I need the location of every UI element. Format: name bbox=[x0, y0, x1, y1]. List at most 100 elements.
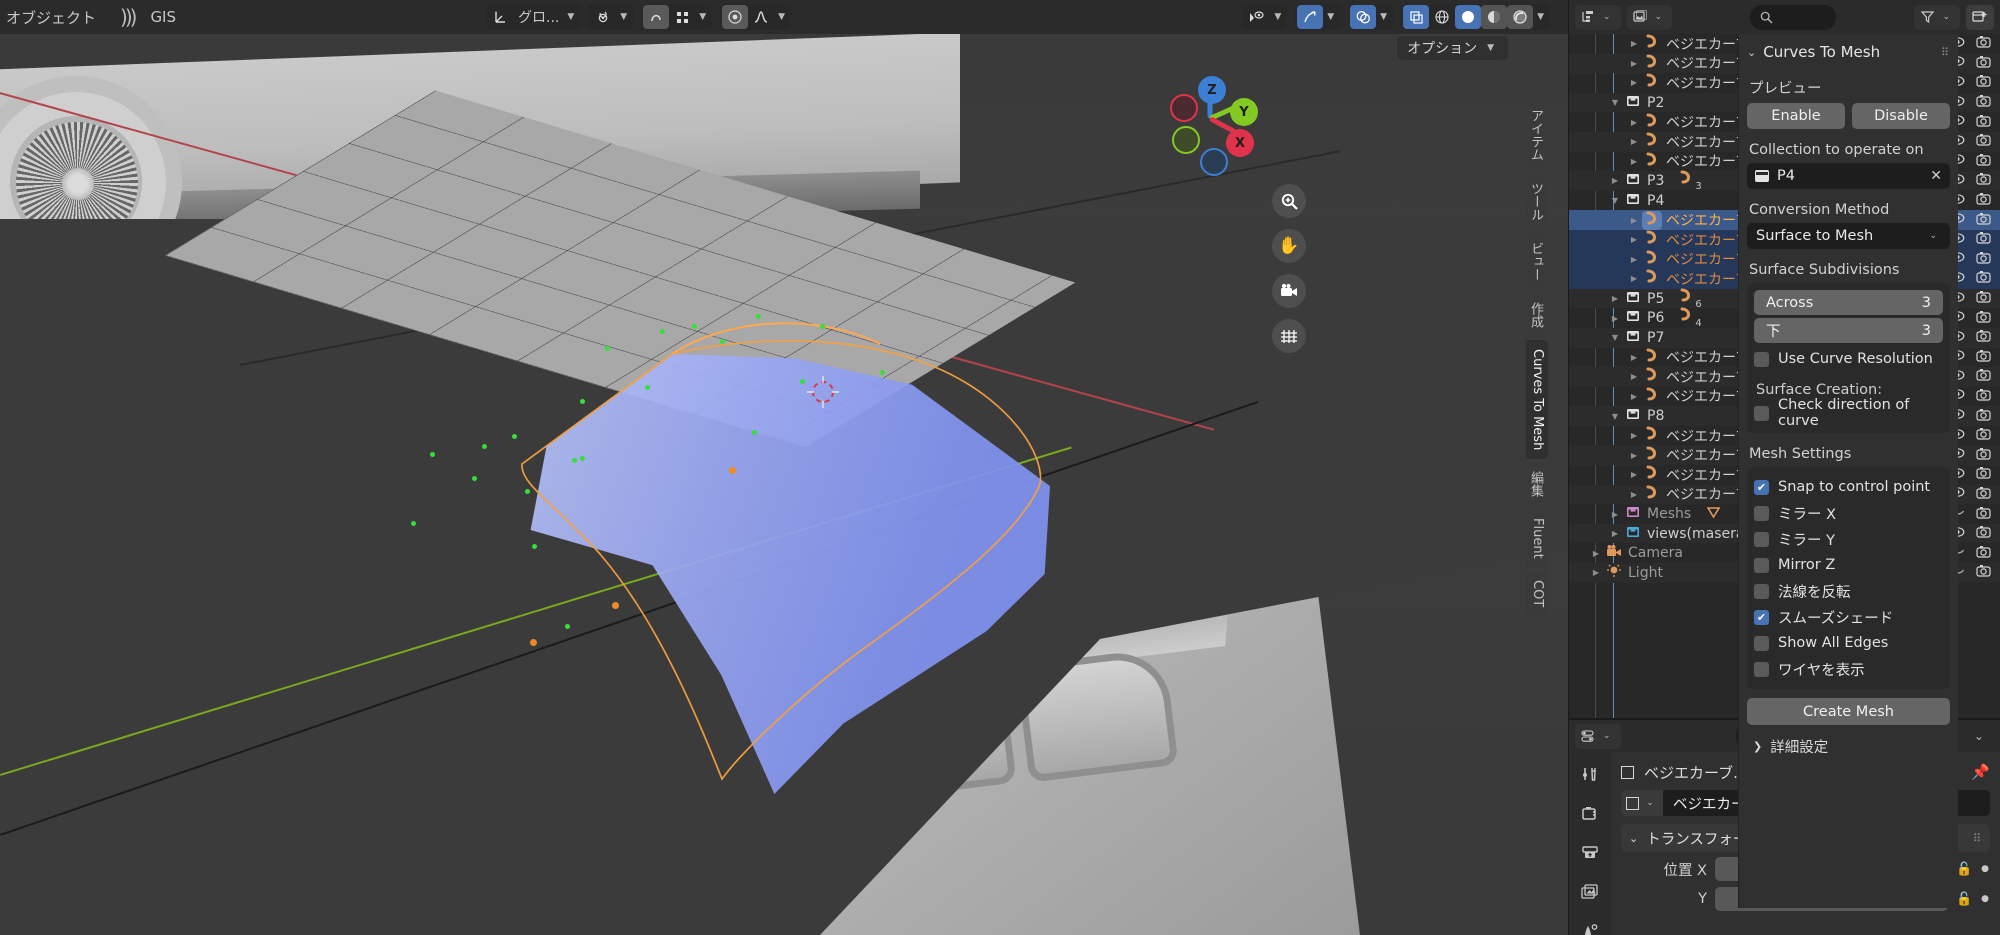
mesh-option-show-all-edges[interactable]: Show All Edges bbox=[1754, 630, 1943, 656]
chevron-right-icon[interactable]: ▶ bbox=[1626, 451, 1642, 460]
camera-icon[interactable] bbox=[1976, 388, 1991, 405]
check-direction-checkbox[interactable]: Check direction of curve bbox=[1754, 397, 1943, 429]
subdiv-down-field[interactable]: 下 3 bbox=[1754, 318, 1943, 343]
chevron-right-icon[interactable]: ▶ bbox=[1626, 59, 1642, 68]
chevron-right-icon[interactable]: ▶ bbox=[1626, 353, 1642, 362]
advanced-settings-section[interactable]: ❯ 詳細設定 bbox=[1747, 733, 1950, 759]
clear-collection-icon[interactable]: ✕ bbox=[1930, 168, 1942, 184]
camera-icon[interactable] bbox=[1976, 349, 1991, 366]
use-curve-resolution-checkbox[interactable]: Use Curve Resolution bbox=[1754, 346, 1943, 372]
chevron-right-icon[interactable]: ▶ bbox=[1607, 294, 1623, 303]
chevron-right-icon[interactable]: ▶ bbox=[1626, 118, 1642, 127]
mesh-option-show-wire[interactable]: ワイヤを表示 bbox=[1754, 656, 1943, 682]
lock-icon[interactable]: 🔓 bbox=[1956, 862, 1972, 877]
tab-item[interactable]: アイテム bbox=[1526, 100, 1548, 170]
camera-icon[interactable] bbox=[1976, 506, 1991, 523]
outliner-search-input[interactable] bbox=[1750, 4, 1837, 30]
camera-icon[interactable] bbox=[1976, 447, 1991, 464]
menu-object[interactable]: オブジェクト bbox=[6, 7, 96, 28]
camera-icon[interactable] bbox=[1976, 329, 1991, 346]
camera-icon[interactable] bbox=[1976, 427, 1991, 444]
transform-orientation-label[interactable]: グロ... bbox=[514, 7, 563, 27]
tab-cot[interactable]: COT bbox=[1526, 570, 1548, 617]
gizmo-axis-z[interactable]: Z bbox=[1198, 76, 1226, 104]
chevron-right-icon[interactable]: ▶ bbox=[1626, 431, 1642, 440]
tab-curves-to-mesh[interactable]: Curves To Mesh bbox=[1526, 340, 1548, 460]
filter-scene-icon[interactable]: ⌄ bbox=[1626, 4, 1673, 30]
camera-icon[interactable] bbox=[1976, 55, 1991, 72]
chevron-right-icon[interactable]: ▶ bbox=[1626, 216, 1642, 225]
camera-icon[interactable] bbox=[1976, 486, 1991, 503]
camera-icon[interactable] bbox=[1976, 212, 1991, 229]
chevron-right-icon[interactable]: ▶ bbox=[1626, 274, 1642, 283]
overlays-icon[interactable] bbox=[1350, 5, 1377, 29]
chevron-right-icon[interactable]: ▶ bbox=[1626, 490, 1642, 499]
object-visibility-icon[interactable] bbox=[1243, 5, 1270, 29]
camera-icon[interactable] bbox=[1976, 368, 1991, 385]
panel-header[interactable]: ⌄ Curves To Mesh ⠿ bbox=[1747, 40, 1950, 64]
axis-gizmo-icon[interactable] bbox=[488, 5, 514, 29]
mesh-option-mirror-z[interactable]: Mirror Z bbox=[1754, 552, 1943, 578]
chevron-right-icon[interactable]: ▶ bbox=[1626, 235, 1642, 244]
chevron-down-icon[interactable]: ▼ bbox=[1607, 333, 1623, 342]
3d-viewport[interactable]: オプション ▼ Z Y X ✋ アイテム ツール ビュー 作成 Curves T… bbox=[0, 34, 1568, 935]
pin-icon[interactable]: 📌 bbox=[1971, 763, 1990, 781]
menu-gis[interactable]: GIS bbox=[150, 8, 176, 26]
disable-button[interactable]: Disable bbox=[1852, 103, 1950, 129]
view-layer-icon[interactable] bbox=[1581, 883, 1599, 905]
gizmo-axis-y[interactable]: Y bbox=[1230, 98, 1258, 126]
subdiv-across-field[interactable]: Across 3 bbox=[1754, 290, 1943, 315]
chevron-right-icon[interactable]: ▶ bbox=[1626, 157, 1642, 166]
snap-mode-icon[interactable] bbox=[669, 5, 695, 29]
chevron-down-icon[interactable]: ⌄ bbox=[1970, 729, 1994, 743]
drag-handle-icon[interactable]: ⠿ bbox=[1941, 46, 1950, 59]
chevron-down-icon[interactable]: ▼ bbox=[695, 12, 710, 22]
collection-field[interactable]: P4 ✕ bbox=[1747, 163, 1950, 189]
navigation-gizmo[interactable]: Z Y X bbox=[1158, 64, 1268, 176]
camera-icon[interactable] bbox=[1976, 74, 1991, 91]
mesh-option-snap-to-control-point[interactable]: ✔ Snap to control point bbox=[1754, 474, 1943, 500]
shading-solid-icon[interactable] bbox=[1455, 5, 1482, 29]
camera-icon[interactable] bbox=[1976, 94, 1991, 111]
gizmo-axis-x[interactable]: X bbox=[1226, 129, 1254, 157]
chevron-right-icon[interactable]: ▶ bbox=[1607, 529, 1623, 538]
gizmo-axis-neg-z[interactable] bbox=[1200, 148, 1228, 176]
chevron-down-icon[interactable]: ▼ bbox=[1607, 98, 1623, 107]
tool-icon[interactable] bbox=[1581, 765, 1599, 788]
falloff-curve-icon[interactable] bbox=[748, 5, 774, 29]
display-mode-icon[interactable]: ⌄ bbox=[1575, 4, 1621, 30]
mesh-option-smooth-shade[interactable]: ✔ スムーズシェード bbox=[1754, 604, 1943, 630]
shading-solid-wire-icon[interactable] bbox=[1429, 5, 1455, 29]
zoom-icon[interactable] bbox=[1272, 184, 1306, 218]
mesh-option-flip-normals[interactable]: 法線を反転 bbox=[1754, 578, 1943, 604]
create-mesh-button[interactable]: Create Mesh bbox=[1747, 698, 1950, 725]
chevron-right-icon[interactable]: ▶ bbox=[1626, 372, 1642, 381]
chevron-right-icon[interactable]: ▶ bbox=[1626, 78, 1642, 87]
camera-view-icon[interactable] bbox=[1272, 274, 1306, 308]
enable-button[interactable]: Enable bbox=[1747, 103, 1845, 129]
mesh-option-mirror-y[interactable]: ミラー Y bbox=[1754, 526, 1943, 552]
chevron-right-icon[interactable]: ▶ bbox=[1588, 568, 1604, 577]
lock-icon[interactable]: 🔓 bbox=[1956, 892, 1972, 907]
conversion-method-dropdown[interactable]: Surface to Mesh ⌄ bbox=[1747, 223, 1950, 249]
mesh-option-mirror-x[interactable]: ミラー X bbox=[1754, 500, 1943, 526]
chevron-right-icon[interactable]: ▶ bbox=[1607, 176, 1623, 185]
chevron-right-icon[interactable]: ▶ bbox=[1626, 470, 1642, 479]
camera-icon[interactable] bbox=[1976, 172, 1991, 189]
chevron-right-icon[interactable]: ▶ bbox=[1626, 137, 1642, 146]
tab-create[interactable]: 作成 bbox=[1526, 293, 1548, 337]
chevron-right-icon[interactable]: ▶ bbox=[1626, 392, 1642, 401]
tab-tool[interactable]: ツール bbox=[1526, 173, 1548, 230]
chevron-right-icon[interactable]: ▶ bbox=[1626, 39, 1642, 48]
viewport-options-button[interactable]: オプション ▼ bbox=[1397, 36, 1508, 60]
shading-material-icon[interactable] bbox=[1481, 5, 1508, 29]
properties-display-mode-icon[interactable]: ⌄ bbox=[1575, 723, 1621, 749]
gizmo-axis-neg-y[interactable] bbox=[1172, 126, 1200, 154]
output-icon[interactable] bbox=[1581, 844, 1599, 866]
filter-funnel-icon[interactable]: ⌄ bbox=[1914, 4, 1961, 30]
chevron-down-icon[interactable]: ▼ bbox=[774, 12, 789, 22]
camera-icon[interactable] bbox=[1976, 290, 1991, 307]
pivot-point-icon[interactable] bbox=[722, 5, 749, 29]
camera-icon[interactable] bbox=[1976, 153, 1991, 170]
shading-rendered-icon[interactable] bbox=[1507, 5, 1534, 29]
